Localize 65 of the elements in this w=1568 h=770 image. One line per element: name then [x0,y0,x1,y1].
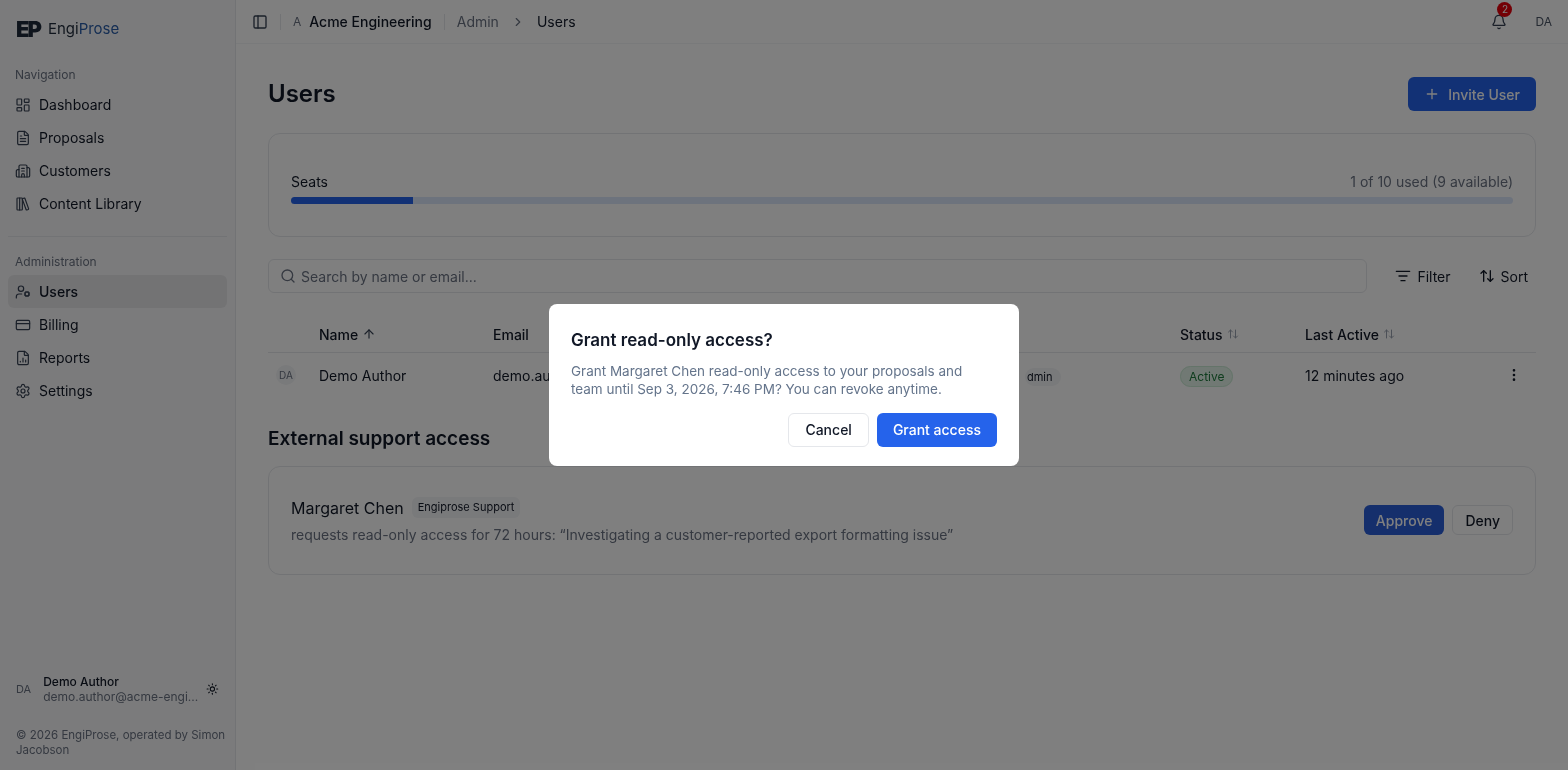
user-avatar: DA [16,680,33,698]
sidebar-item[interactable]: Users [8,275,227,308]
sidebar-item[interactable]: Content Library [8,187,227,220]
status-tag: Active [1180,365,1234,387]
column-header: Email [493,324,529,345]
filter-icon [1395,268,1412,284]
breadcrumb-link[interactable]: Admin [456,11,499,32]
column-header[interactable]: Status [1180,323,1239,345]
sidebar-item[interactable]: Dashboard [8,88,227,121]
breadcrumb-link[interactable]: Users [536,11,576,32]
settings-icon [15,382,31,399]
table-cell-text: Demo Author [319,365,408,386]
bell-icon[interactable] [1491,13,1508,30]
grant-access-button[interactable]: Grant access [876,412,997,447]
column-header[interactable]: Last Active [1305,323,1396,345]
sort-icon [1226,328,1239,340]
dialog-message: Grant Margaret Chen read-only access to your proposals and team until Sep 3, 2026, 7:46 PM? You can revoke anytime. [571,361,964,398]
copyright-text: © 2026 EngiProse, operated by Simon Jacobson [15,727,227,759]
section-label: Administration [14,253,98,271]
request-text: requests read-only access for 72 hours: “Investigating a customer-reported export formatting issue” [291,524,955,545]
user-avatar: DA [276,365,296,385]
document-icon [15,129,31,146]
org-name[interactable]: Acme Engineering [309,11,432,32]
theme-toggle-icon[interactable] [206,681,219,697]
dashboard-icon [15,96,31,113]
seats-label: Seats [291,172,328,192]
sort-ascending-icon [362,327,377,341]
table-cell: demo.au [493,366,551,384]
sidebar-toggle-icon[interactable] [252,13,268,30]
user-email: demo.author@acme-engi... [43,689,199,704]
filter-button[interactable]: Filter [1383,259,1463,293]
deny-button[interactable]: Deny [1452,505,1513,535]
user-name: Demo Author [43,674,120,689]
table-cell-text: 12 minutes ago [1305,365,1406,386]
invite-user-button[interactable]: Invite User [1408,77,1536,111]
org-avatar: A [293,12,302,31]
dialog-title: Grant read-only access? [571,329,774,352]
cancel-button[interactable]: Cancel [788,412,869,447]
brand-name: EngiProse [47,17,120,40]
search-field[interactable]: Search by name or email... [268,259,1368,293]
sort-icon [1478,268,1495,284]
search-icon [280,268,296,284]
column-header[interactable]: Name [319,323,377,345]
sort-icon [1383,328,1396,340]
user-gear-icon [15,283,31,300]
approve-button[interactable]: Approve [1363,505,1445,535]
role-tag: dmin [1025,367,1061,386]
seats-reading: 1 of 10 used (9 available) [1350,172,1513,192]
logo-mark: EP [16,18,40,40]
user-avatar[interactable]: DA [1535,12,1552,31]
sidebar-item[interactable]: Proposals [8,121,227,154]
section-label: Navigation [14,66,77,84]
page-title: Users [268,78,336,110]
sidebar-item[interactable]: Reports [8,341,227,374]
sort-button[interactable]: Sort [1470,259,1536,293]
sidebar-item[interactable]: Billing [8,308,227,341]
report-icon [15,349,31,366]
building-icon [15,162,31,179]
notification-badge: 2 [1497,1,1513,17]
library-icon [15,195,31,212]
support-tag: Engiprose Support [411,497,521,518]
sidebar-item[interactable]: Customers [8,154,227,187]
requester-name: Margaret Chen [291,496,404,520]
sidebar-item[interactable]: Settings [8,374,227,407]
section-heading: External support access [268,426,491,452]
